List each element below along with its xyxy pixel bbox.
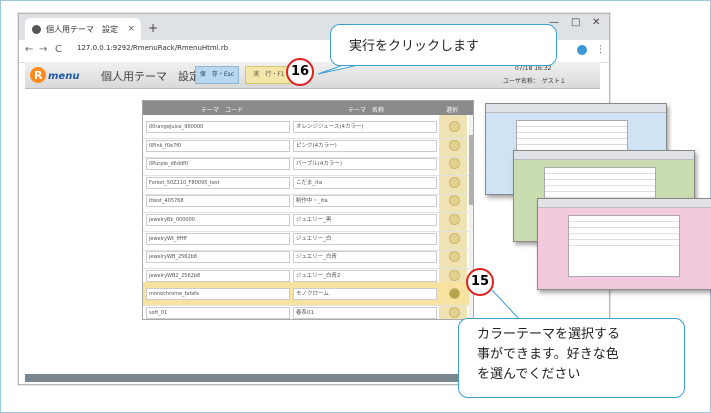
back-icon[interactable]: ← [25,44,33,55]
theme-code-field[interactable]: monochrome_fafafa [146,288,290,301]
theme-code-field[interactable]: 00rangeJuice_960000 [146,121,290,133]
theme-select-radio[interactable] [449,176,460,188]
theme-name-field[interactable]: オレンジジュース(4カラー) [293,121,437,133]
theme-select-radio[interactable] [449,288,460,300]
table-row[interactable]: soft_01 春系01 [143,301,473,319]
url-field[interactable]: 127.0.0.1:9292/RmenuRack/RmenuHtml.rb [77,44,228,52]
theme-table: テーマ コード テーマ 名称 選択 00rangeJuice_960000 オレン… [142,100,474,320]
favicon-icon [32,24,41,34]
column-header-name: テーマ 名称 [348,107,385,114]
theme-code-field[interactable]: jewelryWB2_2562b8 [146,269,290,282]
column-header-select: 選択 [446,107,459,114]
reload-icon[interactable]: C [55,44,62,55]
theme-select-radio[interactable] [449,232,460,244]
theme-code-field[interactable]: jewelryWB_2562b8 [146,251,290,264]
theme-select-radio[interactable] [449,139,460,151]
theme-code-field[interactable]: 0Purple_d6ddf0 [146,158,290,171]
save-button[interactable]: 保 存・Esc [195,66,239,84]
theme-name-field[interactable]: ジュエリー_黒 [293,214,437,226]
theme-select-radio[interactable] [449,269,460,281]
theme-select-radio[interactable] [449,251,460,263]
page-title: 個人用テーマ 設定 [101,70,200,83]
callout-select-line3: を選んでください [477,367,581,382]
header-datetime: 07/18 16:32 [515,65,552,72]
rmenu-logo: R menu [30,67,79,83]
theme-name-field[interactable]: ピンク(4カラー) [293,139,437,152]
theme-select-radio[interactable] [449,214,460,225]
theme-select-radio[interactable] [449,195,460,207]
theme-code-field[interactable]: soft_01 [146,307,290,319]
scrollbar-thumb[interactable] [469,135,473,205]
theme-code-field[interactable]: 0Pink_f0e7f0 [146,139,290,152]
theme-name-field[interactable]: こだま_ita [293,176,437,189]
theme-code-field[interactable]: ittest_405768 [146,195,290,208]
maximize-icon[interactable]: □ [571,17,580,28]
header-username: ユーザ名称： ゲスト１ [503,78,566,85]
theme-name-field[interactable]: ジュエリー_白 [293,232,437,245]
callout-run: 実行をクリックします [330,24,557,66]
window-close-icon[interactable]: ✕ [592,17,600,28]
theme-code-field[interactable]: jewelryWt_ffffff [146,232,290,245]
theme-name-field[interactable]: ジュエリー_白青2 [293,269,437,282]
profile-icon[interactable] [577,45,587,55]
browser-tab[interactable]: 個人用テーマ 設定 × [25,18,141,40]
browser-menu-icon[interactable]: ⋮ [596,45,605,55]
theme-select-radio[interactable] [449,307,460,318]
callout-select: カラーテーマを選択する 事ができます。好きな色 を選んでください [458,318,685,398]
callout-select-line1: カラーテーマを選択する [477,327,621,342]
theme-name-field[interactable]: 春系01 [293,307,437,319]
theme-preview-pink [537,198,711,290]
column-header-code: テーマ コード [201,107,244,114]
theme-select-radio[interactable] [449,121,460,132]
theme-name-field[interactable]: モノクローム [293,288,437,301]
theme-code-field[interactable]: jewelryBk_000000 [146,214,290,226]
theme-name-field[interactable]: ジュエリー_白青 [293,251,437,264]
callout-select-line2: 事ができます。好きな色 [477,347,619,362]
forward-icon[interactable]: → [39,44,47,55]
theme-name-field[interactable]: 制作中・_ita [293,195,437,208]
tab-title: 個人用テーマ 設定 [46,24,118,34]
tab-close-icon[interactable]: × [127,24,135,34]
theme-code-field[interactable]: Forest_50Z110_F80095_test [146,176,290,189]
step-badge-16: 16 [286,58,314,86]
new-tab-button[interactable]: + [146,21,160,35]
callout-run-text: 実行をクリックします [349,39,480,54]
theme-select-radio[interactable] [449,158,460,170]
step-badge-15: 15 [466,268,494,296]
theme-name-field[interactable]: パープル(4カラー) [293,158,437,171]
table-header: テーマ コード テーマ 名称 選択 [143,101,473,115]
svg-text:R: R [34,69,43,82]
svg-text:menu: menu [48,71,79,82]
